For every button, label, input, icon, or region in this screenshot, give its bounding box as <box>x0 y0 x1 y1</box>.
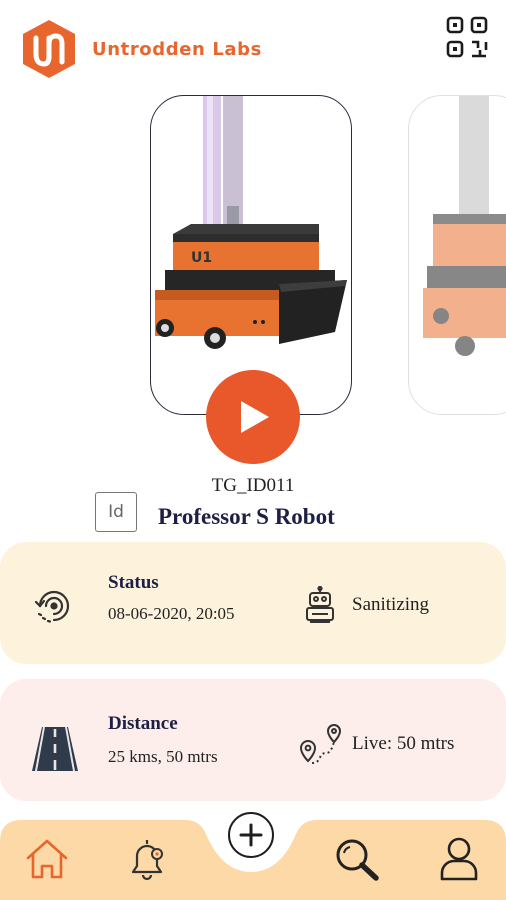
status-state: Sanitizing <box>352 594 430 615</box>
route-pin-icon <box>299 723 342 764</box>
user-icon <box>440 837 478 881</box>
brand-name: Untrodden Labs <box>92 38 262 60</box>
bell-icon <box>131 840 163 881</box>
untrodden-labs-logo-icon <box>23 20 75 78</box>
robot-icon <box>306 586 334 623</box>
id-badge-icon: Id <box>95 492 137 532</box>
search-icon <box>336 839 379 881</box>
add-button[interactable] <box>228 812 274 858</box>
id-badge-text: Id <box>108 502 124 522</box>
nav-home[interactable] <box>22 834 72 884</box>
road-icon <box>32 727 78 771</box>
robot-code: TG_ID011 <box>211 475 295 496</box>
status-timestamp: 08-06-2020, 20:05 <box>108 604 235 623</box>
brand-header: Untrodden Labs <box>18 18 262 80</box>
status-panel: Status 08-06-2020, 20:05 Sanitizing <box>0 542 506 664</box>
home-icon <box>26 839 68 879</box>
distance-value: 25 kms, 50 mtrs <box>108 747 218 766</box>
qr-scan-button[interactable] <box>444 14 490 60</box>
robot-name: Professor S Robot <box>158 504 335 529</box>
status-title: Status <box>108 572 159 593</box>
add-icon <box>239 823 263 847</box>
robot-image-next <box>423 96 506 356</box>
svg-text:U1: U1 <box>191 250 212 266</box>
distance-live: Live: 50 mtrs <box>352 733 455 754</box>
nav-search[interactable] <box>330 834 384 884</box>
nav-notifications[interactable] <box>122 834 172 884</box>
qr-code-icon <box>446 16 488 58</box>
robot-card[interactable]: U1 <box>150 95 352 415</box>
robot-image: U1 <box>155 96 347 349</box>
distance-title: Distance <box>108 713 178 734</box>
play-icon <box>241 401 269 433</box>
nav-profile[interactable] <box>434 834 484 884</box>
distance-panel: Distance 25 kms, 50 mtrs Live: 50 mtrs <box>0 679 506 801</box>
robot-card-next[interactable] <box>408 95 506 415</box>
history-icon <box>34 590 70 623</box>
play-button[interactable] <box>206 370 300 464</box>
